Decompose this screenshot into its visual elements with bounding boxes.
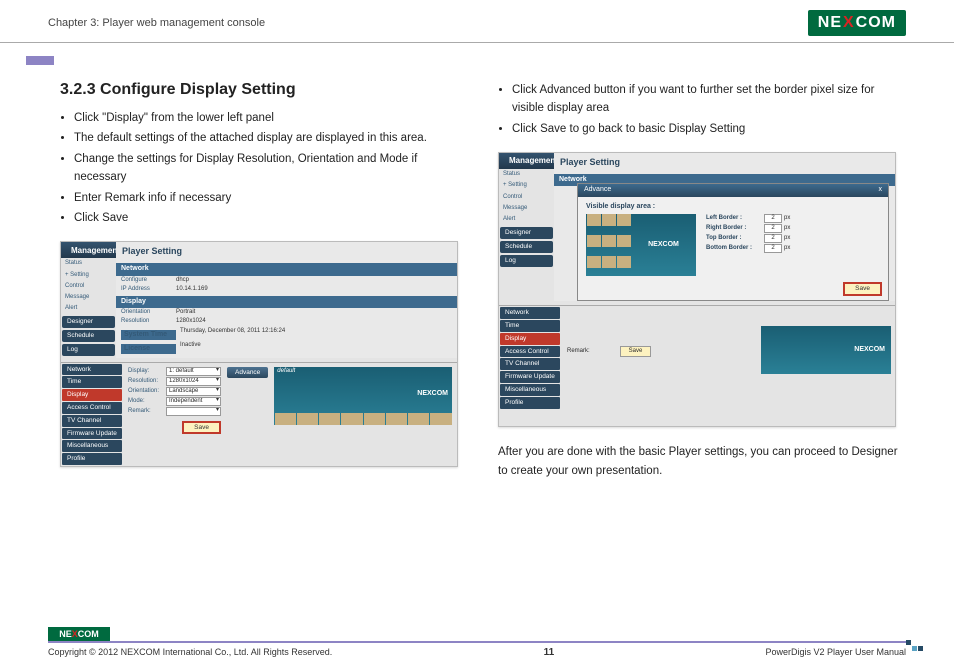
section-heading: 3.2.3 Configure Display Setting: [60, 81, 468, 99]
closing-paragraph: After you are done with the basic Player…: [498, 443, 906, 480]
sidebar-item-control[interactable]: Control: [61, 281, 116, 292]
modal-save-button[interactable]: Save: [843, 282, 882, 296]
right-border-input[interactable]: 2: [764, 224, 782, 233]
section-network: Network: [116, 263, 457, 275]
tab-schedule[interactable]: Schedule: [62, 330, 115, 342]
preview-logo: NEXCOM: [274, 390, 452, 398]
sidebar: Management Status + Setting Control Mess…: [61, 242, 116, 357]
bullet: Click "Display" from the lower left pane…: [74, 109, 468, 127]
mode-select[interactable]: Independent: [166, 397, 221, 406]
chapter-title: Chapter 3: Player web management console: [48, 17, 265, 29]
bullet: Click Save: [74, 209, 468, 227]
sidebar-item-setting[interactable]: + Setting: [61, 270, 116, 281]
modal-title: Advance: [584, 186, 611, 194]
top-border-input[interactable]: 2: [764, 234, 782, 243]
display-form: Display:1: default Resolution:1280x1024 …: [123, 363, 457, 466]
copyright: Copyright © 2012 NEXCOM International Co…: [48, 647, 332, 658]
visible-area-heading: Visible display area :: [586, 203, 880, 211]
kv-systime: System TimeThursday, December 08, 2011 1…: [116, 327, 457, 341]
right-column: Click Advanced button if you want to fur…: [498, 81, 906, 480]
page-number: 11: [544, 647, 555, 658]
instruction-list-left: Click "Display" from the lower left pane…: [60, 109, 468, 227]
advance-modal: Advance x Visible display area : NEXCOM …: [577, 183, 889, 301]
kv-license: LicenseInactive: [116, 341, 457, 355]
left-border-input[interactable]: 2: [764, 214, 782, 223]
brand-logo: NEXCOM: [808, 10, 906, 36]
section-display: Display: [116, 296, 457, 308]
menu-network[interactable]: Network: [62, 364, 122, 376]
menu-tv-channel[interactable]: TV Channel: [62, 415, 122, 427]
accent-tab: [26, 56, 54, 65]
menu-profile[interactable]: Profile: [62, 453, 122, 465]
mgmt-tab[interactable]: Management: [499, 153, 554, 169]
kv-configure: Configuredhcp: [116, 276, 457, 285]
menu-access-control[interactable]: Access Control: [62, 402, 122, 414]
settings-menu: Network Time Display Access Control TV C…: [61, 363, 123, 466]
screenshot-player-setting-basic: Management Status + Setting Control Mess…: [60, 241, 458, 467]
bg-preview: NEXCOM: [761, 326, 891, 374]
footer-logo: NEXCOM: [48, 627, 110, 641]
page-header: Chapter 3: Player web management console…: [0, 0, 954, 43]
resolution-select[interactable]: 1280x1024: [166, 377, 221, 386]
menu-time[interactable]: Time: [62, 376, 122, 388]
menu-firmware-update[interactable]: Firmware Update: [62, 428, 122, 440]
kv-ip: IP Address10.14.1.169: [116, 285, 457, 294]
sidebar-item-alert[interactable]: Alert: [61, 303, 116, 314]
screenshot-player-setting-advanced: Management Status + Setting Control Mess…: [498, 152, 896, 427]
mgmt-tab[interactable]: Management: [61, 242, 116, 258]
instruction-list-right: Click Advanced button if you want to fur…: [498, 81, 906, 138]
remark-input[interactable]: [166, 407, 221, 416]
bottom-border-input[interactable]: 2: [764, 244, 782, 253]
menu-display[interactable]: Display: [62, 389, 122, 401]
kv-orientation: OrientationPortrait: [116, 308, 457, 317]
sidebar: Management Status + Setting Control Mess…: [499, 153, 554, 301]
modal-preview: NEXCOM: [586, 214, 696, 276]
left-column: 3.2.3 Configure Display Setting Click "D…: [60, 81, 468, 480]
bullet: Click Advanced button if you want to fur…: [512, 81, 906, 118]
bullet: Click Save to go back to basic Display S…: [512, 120, 906, 138]
display-preview: default NEXCOM: [274, 367, 452, 425]
orientation-select[interactable]: Landscape: [166, 387, 221, 396]
menu-miscellaneous[interactable]: Miscellaneous: [62, 440, 122, 452]
content-columns: 3.2.3 Configure Display Setting Click "D…: [0, 43, 954, 480]
page-title: Player Setting: [116, 242, 457, 261]
close-icon[interactable]: x: [879, 186, 883, 194]
bullet: Enter Remark info if necessary: [74, 189, 468, 207]
tab-log[interactable]: Log: [62, 344, 115, 356]
page-footer: NEXCOM Copyright © 2012 NEXCOM Internati…: [0, 645, 954, 658]
bg-save-button[interactable]: Save: [620, 346, 652, 357]
bullet: Change the settings for Display Resoluti…: [74, 150, 468, 187]
page-title: Player Setting: [554, 153, 895, 172]
sidebar-item-message[interactable]: Message: [61, 292, 116, 303]
advance-button[interactable]: Advance: [227, 367, 268, 379]
preview-thumbs: [274, 413, 452, 425]
tab-designer[interactable]: Designer: [62, 316, 115, 328]
settings-menu: Network Time Display Access Control TV C…: [499, 306, 561, 425]
kv-resolution: Resolution1280x1024: [116, 317, 457, 326]
save-button[interactable]: Save: [182, 421, 221, 435]
display-select[interactable]: 1: default: [166, 367, 221, 376]
bullet: The default settings of the attached dis…: [74, 129, 468, 147]
main-panel: Player Setting Network Configuredhcp IP …: [116, 242, 457, 357]
sidebar-item-status[interactable]: Status: [61, 258, 116, 269]
doc-title: PowerDigis V2 Player User Manual: [765, 647, 906, 658]
